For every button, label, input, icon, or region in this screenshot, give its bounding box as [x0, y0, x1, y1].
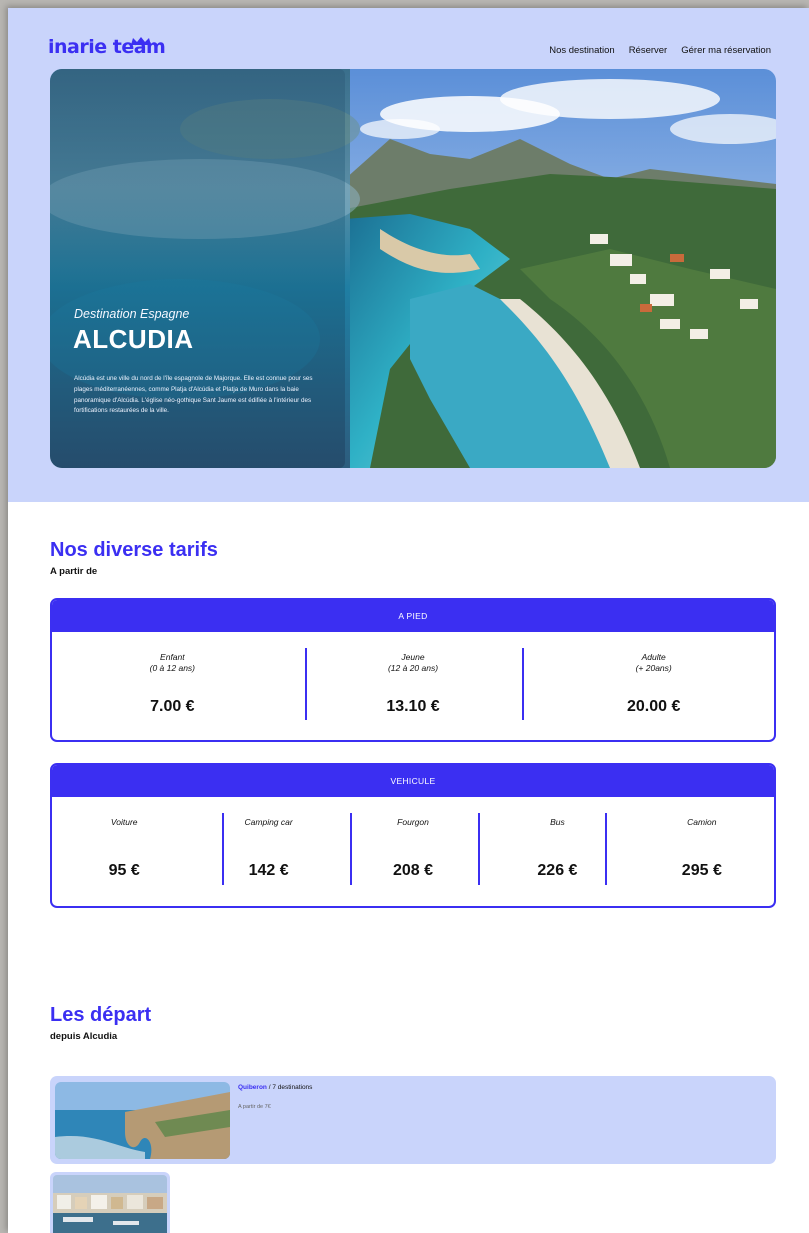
tarif-label: Adulte: [641, 652, 666, 662]
tarif-detail: (0 à 12 ans): [149, 663, 196, 673]
tarif-header-pied: A PIED: [52, 600, 774, 632]
tarif-price: 95 €: [108, 862, 140, 879]
tarif-detail: (+ 20ans): [635, 663, 672, 673]
tarif-cell-adulte: Adulte (+ 20ans) 20.00 €: [533, 632, 774, 739]
tarifs-title: Nos diverse tarifs: [50, 539, 218, 561]
tarif-row-vehicule: Voiture 95 € Camping car 142 € Fourgon 2…: [52, 797, 774, 905]
depart-name[interactable]: Quiberon / 7 destinations: [238, 1084, 312, 1091]
hero-description: Alcúdia est une ville du nord de l'île e…: [74, 375, 313, 415]
tarif-row-pied: Enfant (0 à 12 ans) 7.00 € Jeune (12 à 2…: [52, 632, 774, 739]
tarif-header-vehicule: VEHICULE: [52, 765, 774, 797]
departs-subtitle: depuis Alcudia: [50, 1031, 118, 1042]
tarif-label: Fourgon: [397, 817, 429, 827]
depart-card-quiberon[interactable]: Quiberon / 7 destinations A partir de 7€: [50, 1076, 776, 1164]
nav-destinations[interactable]: Nos destination: [549, 45, 614, 56]
tarif-label: Camion: [687, 817, 717, 827]
main-nav: Nos destination Réserver Gérer ma réserv…: [549, 45, 771, 56]
depart-price-from: A partir de 7€: [238, 1104, 271, 1110]
tarif-price: 13.10 €: [386, 698, 440, 715]
column-divider: [605, 813, 607, 885]
tarif-label: Enfant: [160, 652, 185, 662]
hero-section: inarie team Nos destination Réserver Gér…: [8, 8, 809, 502]
crown-icon: [131, 37, 151, 45]
tarif-cell-enfant: Enfant (0 à 12 ans) 7.00 €: [52, 632, 293, 739]
tarif-label: Jeune: [401, 652, 425, 662]
tarif-label: Bus: [550, 817, 565, 827]
harbor-image: [53, 1175, 167, 1233]
quiberon-image: [55, 1082, 230, 1159]
tarif-cell-voiture: Voiture 95 €: [52, 797, 196, 905]
tarif-detail: (12 à 20 ans): [387, 663, 439, 673]
nav-gerer-reservation[interactable]: Gérer ma réservation: [681, 45, 771, 56]
tarif-price: 142 €: [248, 862, 289, 879]
tarif-price: 7.00 €: [150, 698, 195, 715]
column-divider: [222, 813, 224, 885]
tarif-price: 295 €: [681, 862, 722, 879]
departs-title: Les départ: [50, 1004, 152, 1026]
hero-text-panel: Destination Espagne ALCUDIA Alcúdia est …: [50, 69, 345, 468]
tarif-cell-fourgon: Fourgon 208 €: [341, 797, 485, 905]
depart-city[interactable]: Quiberon: [238, 1084, 267, 1091]
column-divider: [350, 813, 352, 885]
column-divider: [522, 648, 524, 720]
tarif-price: 226 €: [537, 862, 578, 879]
hero-banner: Destination Espagne ALCUDIA Alcúdia est …: [50, 69, 776, 468]
depart-card-partial[interactable]: [50, 1172, 170, 1233]
tarif-cell-camion: Camion 295 €: [630, 797, 774, 905]
tarif-label: Camping car: [244, 817, 293, 827]
column-divider: [478, 813, 480, 885]
tarif-card-pied: A PIED Enfant (0 à 12 ans) 7.00 € Jeune …: [50, 598, 776, 742]
tarif-cell-bus: Bus 226 €: [485, 797, 629, 905]
hero-title: ALCUDIA: [73, 324, 194, 354]
nav-reserver[interactable]: Réserver: [629, 45, 668, 56]
hero-subtitle: Destination Espagne: [74, 307, 190, 321]
tarif-price: 208 €: [392, 862, 434, 879]
tarif-card-vehicule: VEHICULE Voiture 95 € Camping car 142 € …: [50, 763, 776, 908]
tarif-cell-jeune: Jeune (12 à 20 ans) 13.10 €: [293, 632, 534, 739]
tarifs-subtitle: A partir de: [50, 566, 98, 577]
column-divider: [305, 648, 307, 720]
tarif-label: Voiture: [110, 817, 138, 827]
tarif-cell-camping-car: Camping car 142 €: [196, 797, 340, 905]
depart-destinations: / 7 destinations: [268, 1084, 313, 1091]
page: inarie team Nos destination Réserver Gér…: [8, 8, 809, 1233]
tarif-price: 20.00 €: [626, 698, 681, 715]
